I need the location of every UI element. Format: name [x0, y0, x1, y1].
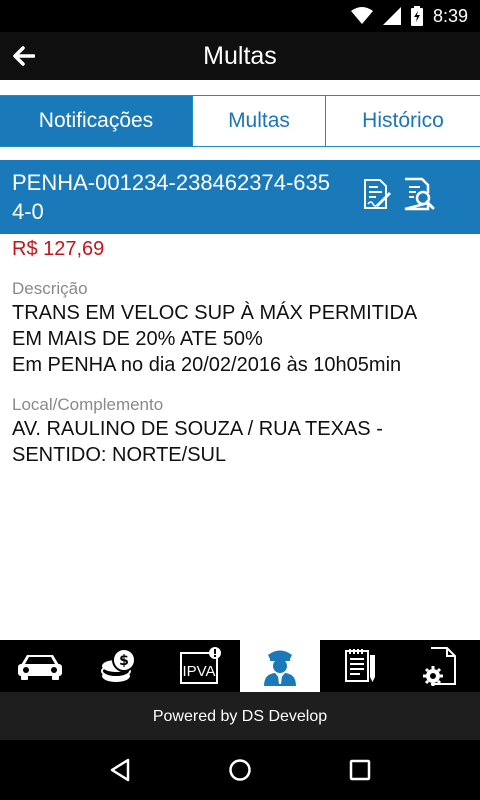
- system-home-button[interactable]: [210, 740, 270, 800]
- nav-settings[interactable]: [400, 640, 480, 692]
- status-bar: 8:39: [0, 0, 480, 32]
- description-line: EM MAIS DE 20% ATE 50%: [12, 328, 263, 350]
- officer-icon: [264, 650, 296, 686]
- sign-document-button[interactable]: [360, 176, 394, 214]
- location-line: AV. RAULINO DE SOUZA / RUA TEXAS -: [12, 418, 383, 440]
- fine-actions: [360, 176, 436, 214]
- coins-icon: $: [101, 648, 136, 682]
- signal-icon: [382, 7, 401, 25]
- nav-ipva[interactable]: IPVA: [160, 640, 240, 692]
- fine-card-header: PENHA-001234-238462374-6354-0: [0, 160, 480, 234]
- nav-documents[interactable]: [320, 640, 400, 692]
- nav-payments[interactable]: $: [80, 640, 160, 692]
- nav-vehicles[interactable]: [0, 640, 80, 692]
- app-bar: Multas: [0, 32, 480, 80]
- document-icon: [345, 649, 375, 682]
- location-label: Local/Complemento: [12, 395, 164, 414]
- description-line: TRANS EM VELOC SUP À MÁX PERMITIDA: [12, 302, 418, 324]
- car-icon: [18, 655, 62, 680]
- ipva-icon: IPVA: [180, 647, 221, 684]
- back-triangle-icon: [110, 758, 130, 782]
- settings-file-icon: [423, 647, 456, 686]
- nav-infractions[interactable]: [240, 640, 320, 692]
- battery-icon: [410, 6, 423, 26]
- location-text: AV. RAULINO DE SOUZA / RUA TEXAS - SENTI…: [12, 416, 472, 468]
- description-label: Descrição: [12, 279, 88, 298]
- ipva-label: IPVA: [182, 663, 215, 680]
- back-button[interactable]: [4, 36, 44, 76]
- tab-multas[interactable]: Multas: [193, 96, 326, 146]
- arrow-left-icon: [13, 46, 35, 66]
- footer-credit: Powered by DS Develop: [0, 692, 480, 740]
- system-nav-bar: [0, 740, 480, 800]
- tab-historico[interactable]: Histórico: [326, 96, 480, 146]
- system-back-button[interactable]: [90, 740, 150, 800]
- document-search-icon: [404, 177, 435, 211]
- bottom-nav: $ IPVA: [0, 640, 480, 692]
- tab-notificacoes[interactable]: Notificações: [0, 96, 193, 146]
- home-circle-icon: [229, 759, 251, 781]
- occurrence-text: Em PENHA no dia 20/02/2016 às 10h05min: [12, 354, 402, 376]
- wifi-icon: [350, 7, 373, 24]
- view-document-button[interactable]: [402, 176, 436, 214]
- recents-square-icon: [349, 759, 371, 781]
- system-recents-button[interactable]: [330, 740, 390, 800]
- page-title: Multas: [203, 42, 277, 70]
- fine-amount: R$ 127,69: [12, 238, 105, 260]
- description-text: TRANS EM VELOC SUP À MÁX PERMITIDA EM MA…: [12, 300, 472, 378]
- fine-id: PENHA-001234-238462374-6354-0: [12, 170, 331, 224]
- sign-document-icon: [364, 179, 391, 209]
- status-time: 8:39: [432, 6, 468, 26]
- location-line: SENTIDO: NORTE/SUL: [12, 444, 227, 466]
- status-icons: 8:39: [350, 5, 468, 27]
- svg-text:$: $: [119, 653, 129, 669]
- tab-bar: Notificações Multas Histórico: [0, 95, 480, 147]
